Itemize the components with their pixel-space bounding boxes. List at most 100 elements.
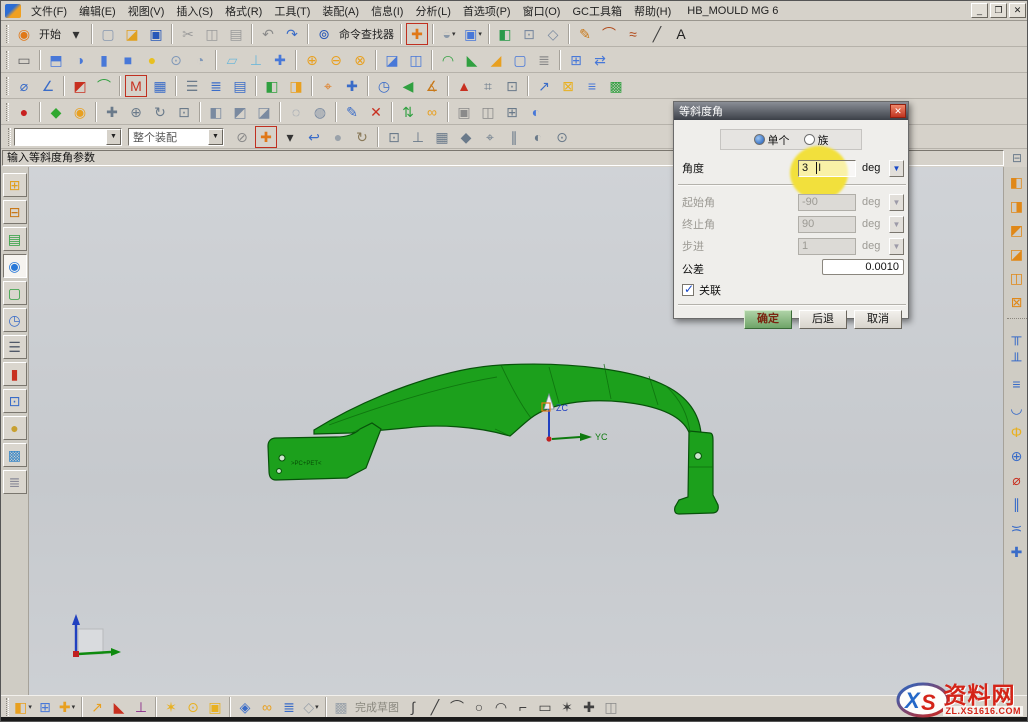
face-analysis-icon[interactable]: ◩	[69, 75, 91, 97]
sketch-fillet-icon[interactable]: ◠	[491, 697, 511, 717]
profile-icon[interactable]: ∫	[403, 697, 423, 717]
menu-gc-toolbox[interactable]: GC工具箱	[566, 1, 628, 21]
sphere-icon[interactable]: ●	[141, 49, 163, 71]
wireframe-icon[interactable]: ◇	[542, 23, 564, 45]
hourglass-icon[interactable]: ⊠	[557, 75, 579, 97]
filter-parallel-icon[interactable]: ∥	[503, 126, 525, 148]
command-finder-label[interactable]: 命令查找器	[336, 26, 397, 42]
assembly-cube-icon[interactable]: ◧▾	[13, 697, 33, 717]
text-tool-icon[interactable]: A	[670, 23, 692, 45]
measure-distance-icon[interactable]: ⌀	[13, 75, 35, 97]
sketch-circle-icon[interactable]: ○	[469, 697, 489, 717]
new-file-icon[interactable]: ▢	[97, 23, 119, 45]
add-component-icon[interactable]: ⊞	[35, 697, 55, 717]
dialog-close-icon[interactable]: ✕	[890, 104, 906, 118]
datum-plane-icon[interactable]: ▱	[221, 49, 243, 71]
nav-diamond-icon[interactable]: ◆	[45, 101, 67, 123]
block-icon[interactable]: ■	[117, 49, 139, 71]
mirror-assembly-icon[interactable]: ◣	[109, 697, 129, 717]
cut-icon[interactable]: ✂	[177, 23, 199, 45]
radio-dot-off[interactable]	[804, 134, 815, 145]
measure-angle-icon[interactable]: ∠	[37, 75, 59, 97]
structure-tree-icon[interactable]: ≣	[279, 697, 299, 717]
toolbar-handle[interactable]	[6, 51, 9, 69]
filter-target-icon[interactable]: ⌖	[479, 126, 501, 148]
menu-tools[interactable]: 工具(T)	[268, 1, 316, 21]
bolt-stud-icon[interactable]: ╥	[1006, 325, 1028, 347]
ejector-icon[interactable]: ≍	[1006, 517, 1028, 539]
menu-file[interactable]: 文件(F)	[25, 1, 73, 21]
curvature-icon[interactable]: ⌒	[93, 75, 115, 97]
cancel-button[interactable]: 取消	[854, 310, 902, 329]
sketch-line-icon[interactable]: ╱	[425, 697, 445, 717]
sync-icon[interactable]: ⇅	[397, 101, 419, 123]
link-icon[interactable]: ∞	[421, 101, 443, 123]
mirror-icon[interactable]: ⇄	[589, 49, 611, 71]
ok-button[interactable]: 确定	[744, 310, 792, 329]
angle-unit-spinner[interactable]: ▼	[889, 160, 904, 177]
move-layer-icon[interactable]: ◧	[261, 75, 283, 97]
misc3-icon[interactable]: ⊞	[501, 101, 523, 123]
lifter-icon[interactable]: Φ	[1006, 421, 1028, 443]
orient-view-icon[interactable]: ◧	[494, 23, 516, 45]
line-tool-icon[interactable]: ╱	[646, 23, 668, 45]
prompt-corner-icon[interactable]: ⊟	[1006, 147, 1028, 169]
clock-icon[interactable]: ◷	[373, 75, 395, 97]
paste-icon[interactable]: ▤	[225, 23, 247, 45]
boss-icon[interactable]: ⊙	[165, 49, 187, 71]
filter-dot-icon[interactable]: ⊙	[551, 126, 573, 148]
restore-button[interactable]: ❐	[990, 3, 1007, 18]
arc-tool-icon[interactable]: ⌒	[598, 23, 620, 45]
copy-icon[interactable]: ◫	[201, 23, 223, 45]
menu-analysis[interactable]: 分析(L)	[409, 1, 456, 21]
explode-icon[interactable]: ✶	[161, 697, 181, 717]
chamfer-icon[interactable]: ◣	[461, 49, 483, 71]
filter-grid-icon[interactable]: ▦	[431, 126, 453, 148]
unite-icon[interactable]: ⊕	[301, 49, 323, 71]
menu-preferences[interactable]: 首选项(P)	[457, 1, 517, 21]
bolt-pin-icon[interactable]: ╨	[1006, 349, 1028, 371]
app-icon[interactable]	[5, 4, 21, 18]
filter-plane-icon[interactable]: ⊥	[407, 126, 429, 148]
start-menu[interactable]: 开始	[36, 26, 64, 42]
alert-icon[interactable]: ▲	[453, 75, 475, 97]
history-clock-icon[interactable]: ◷	[3, 308, 27, 332]
pan-icon[interactable]: ✚	[101, 101, 123, 123]
spline-tool-icon[interactable]: ≈	[622, 23, 644, 45]
type-filter-combo[interactable]: ▼	[14, 128, 122, 146]
info-window-icon[interactable]: ≣	[205, 75, 227, 97]
front-view-icon[interactable]: ◧	[205, 101, 227, 123]
part-navigator-icon[interactable]: ▤	[3, 227, 27, 251]
sketch-point-icon[interactable]: ✚	[579, 697, 599, 717]
menu-info[interactable]: 信息(I)	[365, 1, 409, 21]
cylinder-icon[interactable]: ▮	[93, 49, 115, 71]
limit-icon[interactable]: ∡	[421, 75, 443, 97]
mold-trim-icon[interactable]: ⊠	[1006, 291, 1028, 313]
zoom-icon[interactable]: ⊕	[125, 101, 147, 123]
mold-cavity-icon[interactable]: ◫	[1006, 267, 1028, 289]
chevron-down-icon[interactable]: ▼	[208, 129, 223, 145]
misc4-icon[interactable]: ◐	[525, 101, 547, 123]
top-view-icon[interactable]: ◩	[229, 101, 251, 123]
draft-icon[interactable]: ◢	[485, 49, 507, 71]
sketch-arc-icon[interactable]: ⌒	[447, 697, 467, 717]
sphere-filter-icon[interactable]: ●	[327, 126, 349, 148]
screw-icon[interactable]: ⊕	[1006, 445, 1028, 467]
fit-icon[interactable]: ⊡	[173, 101, 195, 123]
stack-icon[interactable]: ▩	[605, 75, 627, 97]
toolbar-handle[interactable]	[8, 128, 11, 146]
templates-icon[interactable]: ≣	[3, 470, 27, 494]
open-folder-icon[interactable]: ◪	[121, 23, 143, 45]
toolbar-handle[interactable]	[6, 103, 9, 121]
close-button[interactable]: ✕	[1009, 3, 1026, 18]
snap-point-icon[interactable]: ⊡	[501, 75, 523, 97]
spring-icon[interactable]: ≡	[1006, 373, 1028, 395]
mold-init-icon[interactable]: ◧	[1006, 171, 1028, 193]
menu-window[interactable]: 窗口(O)	[517, 1, 567, 21]
redo-icon[interactable]: ↷	[281, 23, 303, 45]
fit-caret[interactable]: ▾	[279, 126, 301, 148]
materials-icon[interactable]: ▮	[3, 362, 27, 386]
back-button[interactable]: 后退	[799, 310, 847, 329]
view-layer-icon[interactable]: ◨	[285, 75, 307, 97]
ring-icon[interactable]: ⌀	[1006, 469, 1028, 491]
